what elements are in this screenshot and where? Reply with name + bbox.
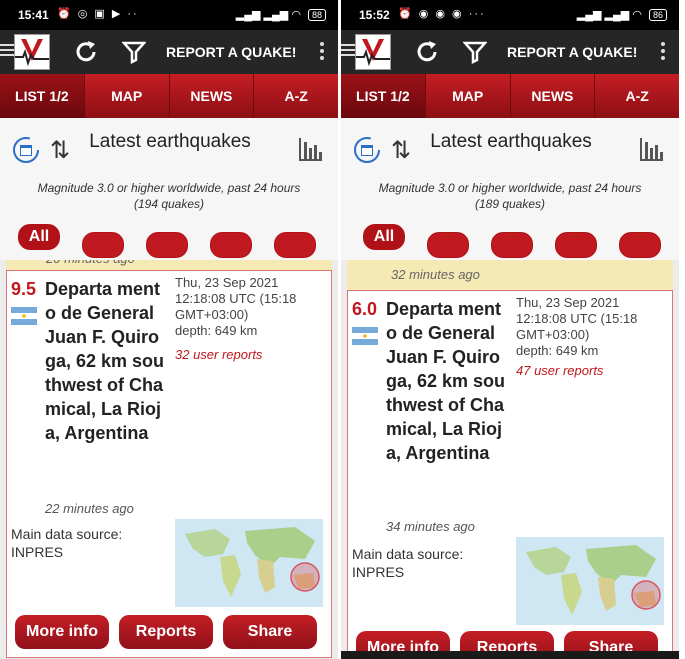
status-right: ▂▄▆ ▂▄▆ ◠ 86 <box>577 8 667 21</box>
tab-bar: LIST 1/2 MAP NEWS A-Z <box>341 74 679 118</box>
magnitude-filters: All 3.0+ 4.0+ 5.0+ 6.0+ <box>341 224 679 258</box>
tab-news[interactable]: NEWS <box>170 74 255 118</box>
menu-icon[interactable] <box>0 44 14 56</box>
user-reports-link[interactable]: 32 user reports <box>175 347 262 362</box>
report-quake-button[interactable]: REPORT A QUAKE! <box>507 44 637 60</box>
quake-time-ago: 22 minutes ago <box>45 501 134 516</box>
world-map-thumbnail[interactable] <box>175 519 323 607</box>
previous-item-time: 32 minutes ago <box>347 260 673 290</box>
tab-a-z[interactable]: A-Z <box>595 74 679 118</box>
list-subtitle: Magnitude 3.0 or higher worldwide, past … <box>351 180 669 212</box>
magnitude: 6.0 <box>352 299 378 319</box>
status-bar: 15:52 ⏰ ◉ ◉ ◉ ··· ▂▄▆ ▂▄▆ ◠ 86 <box>341 0 679 30</box>
quake-datetime: Thu, 23 Sep 2021 12:18:08 UTC (15:18 GMT… <box>175 275 325 339</box>
filter-5-button[interactable]: 5.0+ <box>555 232 597 258</box>
overflow-menu-icon[interactable] <box>661 42 665 63</box>
toolbar: REPORT A QUAKE! <box>0 30 338 74</box>
filter-icon[interactable] <box>122 40 146 64</box>
filter-5-button[interactable]: 5.0+ <box>210 232 252 258</box>
world-map-thumbnail[interactable] <box>516 537 664 625</box>
system-nav-bar <box>341 651 679 659</box>
tab-map[interactable]: MAP <box>426 74 511 118</box>
tab-list[interactable]: LIST 1/2 <box>341 74 426 118</box>
argentina-flag-icon <box>11 307 37 325</box>
status-time: 15:41 <box>18 8 49 22</box>
source-value: INPRES <box>11 544 64 560</box>
phone-screen-2: 15:52 ⏰ ◉ ◉ ◉ ··· ▂▄▆ ▂▄▆ ◠ 86 REPORT A … <box>341 0 679 659</box>
signal-icon: ▂▄▆ ▂▄▆ ◠ <box>576 9 642 21</box>
overflow-menu-icon[interactable] <box>320 42 324 63</box>
page-title: Latest earthquakes <box>430 131 592 152</box>
filter-3-button[interactable]: 3.0+ <box>82 232 124 258</box>
app-logo-icon[interactable] <box>355 34 391 70</box>
depth-text: depth: 649 km <box>516 343 599 358</box>
status-right: ▂▄▆ ▂▄▆ ◠ 88 <box>236 8 326 21</box>
status-bar: 15:41 ⏰ ◎ ▣ ▶ ·· ▂▄▆ ▂▄▆ ◠ 88 <box>0 0 338 30</box>
source-value: INPRES <box>352 564 405 580</box>
depth-text: depth: 649 km <box>175 323 258 338</box>
tab-map[interactable]: MAP <box>85 74 170 118</box>
sort-icon[interactable]: ⇅ <box>391 136 411 165</box>
user-reports-link[interactable]: 47 user reports <box>516 363 603 378</box>
datetime-text: Thu, 23 Sep 2021 12:18:08 UTC (15:18 GMT… <box>516 295 638 342</box>
bar-chart-icon[interactable] <box>639 136 665 162</box>
notification-icons: ⏰ ◎ ▣ ▶ ·· <box>57 8 139 20</box>
source-label: Main data source: <box>352 546 464 562</box>
notification-icons: ⏰ ◉ ◉ ◉ ··· <box>398 8 486 20</box>
menu-icon[interactable] <box>341 44 355 56</box>
source-label: Main data source: <box>11 526 123 542</box>
tab-a-z[interactable]: A-Z <box>254 74 338 118</box>
filter-6-button[interactable]: 6.0+ <box>619 232 661 258</box>
filter-4-button[interactable]: 4.0+ <box>146 232 188 258</box>
share-button[interactable]: Share <box>223 615 317 649</box>
refresh-icon[interactable] <box>72 38 100 66</box>
filter-icon[interactable] <box>463 40 487 64</box>
quake-list[interactable]: 32 minutes ago 6.0 Departa mento de Gene… <box>341 260 679 659</box>
argentina-flag-icon <box>352 327 378 345</box>
previous-item-time: 20 minutes ago <box>6 260 332 270</box>
filter-4-button[interactable]: 4.0+ <box>491 232 533 258</box>
filter-6-button[interactable]: 6.0+ <box>274 232 316 258</box>
bar-chart-icon[interactable] <box>298 136 324 162</box>
reports-button[interactable]: Reports <box>119 615 213 649</box>
quake-time-ago: 34 minutes ago <box>386 519 475 534</box>
tab-list[interactable]: LIST 1/2 <box>0 74 85 118</box>
calendar-icon[interactable] <box>12 136 40 164</box>
toolbar: REPORT A QUAKE! <box>341 30 679 74</box>
quake-location: Departa mento de General Juan F. Quiroga… <box>45 279 165 443</box>
calendar-icon[interactable] <box>353 136 381 164</box>
report-quake-button[interactable]: REPORT A QUAKE! <box>166 44 296 60</box>
quake-count: (194 quakes) <box>133 197 205 211</box>
more-info-button[interactable]: More info <box>15 615 109 649</box>
phone-screen-1: 15:41 ⏰ ◎ ▣ ▶ ·· ▂▄▆ ▂▄▆ ◠ 88 REPORT A Q… <box>0 0 338 659</box>
signal-icon: ▂▄▆ ▂▄▆ ◠ <box>235 9 301 21</box>
magnitude: 9.5 <box>11 279 37 299</box>
battery-icon: 88 <box>307 9 326 21</box>
filter-all-button[interactable]: All <box>18 224 60 250</box>
battery-icon: 86 <box>648 9 667 21</box>
magnitude-filters: All 3.0+ 4.0+ 5.0+ 6.0+ <box>0 224 338 258</box>
quake-list[interactable]: 20 minutes ago 9.5 Departa mento de Gene… <box>0 260 338 659</box>
tab-news[interactable]: NEWS <box>511 74 596 118</box>
filter-all-button[interactable]: All <box>363 224 405 250</box>
list-header: ⇅ Latest earthquakes Magnitude 3.0 or hi… <box>341 118 679 260</box>
sort-icon[interactable]: ⇅ <box>50 136 70 165</box>
app-logo-icon[interactable] <box>14 34 50 70</box>
tab-bar: LIST 1/2 MAP NEWS A-Z <box>0 74 338 118</box>
status-time: 15:52 <box>359 8 390 22</box>
list-header: ⇅ Latest earthquakes Magnitude 3.0 or hi… <box>0 118 338 260</box>
quake-count: (189 quakes) <box>474 197 546 211</box>
filter-3-button[interactable]: 3.0+ <box>427 232 469 258</box>
list-subtitle: Magnitude 3.0 or higher worldwide, past … <box>10 180 328 212</box>
subtitle-text: Magnitude 3.0 or higher worldwide, past … <box>378 181 642 195</box>
quake-datetime: Thu, 23 Sep 2021 12:18:08 UTC (15:18 GMT… <box>516 295 666 359</box>
quake-card[interactable]: 6.0 Departa mento de General Juan F. Qui… <box>347 290 673 659</box>
datetime-text: Thu, 23 Sep 2021 12:18:08 UTC (15:18 GMT… <box>175 275 297 322</box>
page-title: Latest earthquakes <box>89 131 251 152</box>
quake-card[interactable]: 9.5 Departa mento de General Juan F. Qui… <box>6 270 332 658</box>
refresh-icon[interactable] <box>413 38 441 66</box>
subtitle-text: Magnitude 3.0 or higher worldwide, past … <box>37 181 301 195</box>
quake-location: Departa mento de General Juan F. Quiroga… <box>386 299 506 463</box>
